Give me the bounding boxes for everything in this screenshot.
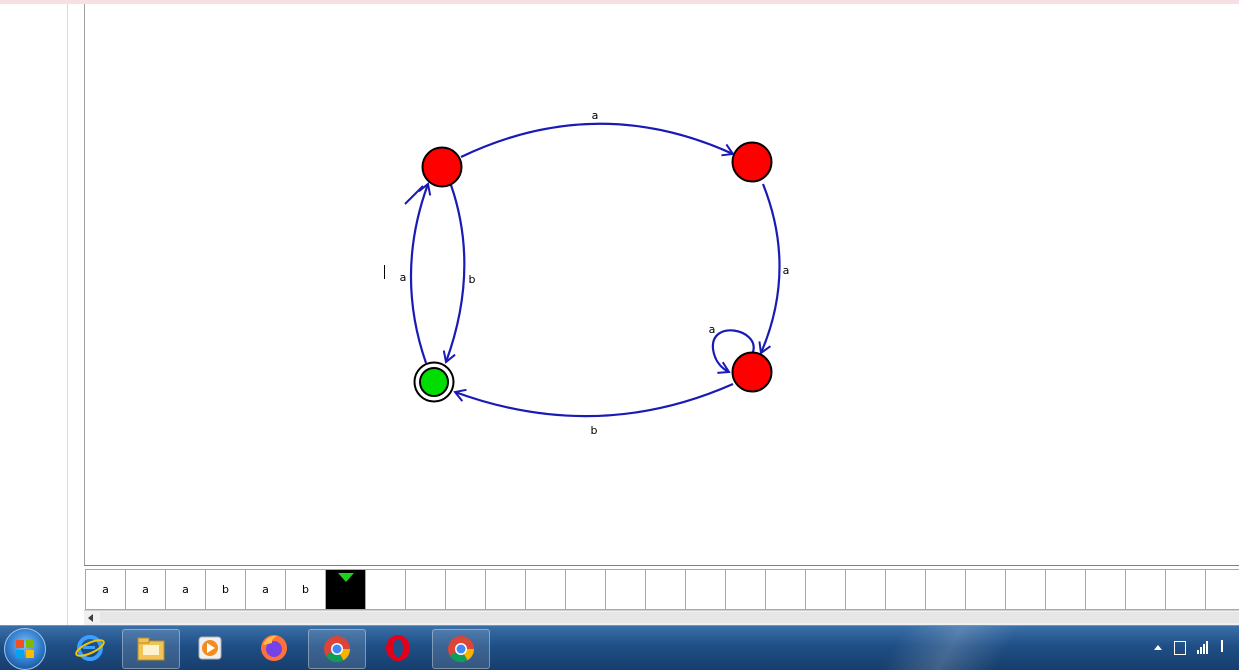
tape-cell[interactable] — [1125, 569, 1166, 610]
opera-icon[interactable] — [370, 629, 426, 667]
start-button[interactable] — [4, 628, 46, 670]
tape-cell[interactable] — [565, 569, 606, 610]
automaton-graph[interactable]: a a a b b a — [85, 4, 1239, 565]
tape-cell[interactable]: b — [205, 569, 246, 610]
tape-cell[interactable] — [725, 569, 766, 610]
state-q0[interactable] — [421, 146, 463, 188]
text-cursor — [384, 265, 385, 279]
label-q0-q1: a — [592, 109, 599, 122]
transition-q3-q0[interactable] — [409, 182, 432, 364]
media-player-icon[interactable] — [182, 629, 238, 667]
tape-cell[interactable] — [1085, 569, 1126, 610]
label-q1-q2: a — [783, 264, 790, 277]
tape-cell[interactable]: a — [125, 569, 166, 610]
label-q0-q3: b — [469, 273, 476, 286]
tape-cell[interactable] — [445, 569, 486, 610]
input-tape-panel: aaabab — [84, 565, 1239, 611]
tape-cell[interactable]: a — [85, 569, 126, 610]
chrome-icon[interactable] — [308, 629, 366, 669]
show-hidden-icons-icon[interactable] — [1154, 645, 1162, 650]
panel-divider[interactable] — [68, 4, 85, 625]
label-q2-q3: b — [591, 424, 598, 437]
tape-cell[interactable] — [965, 569, 1006, 610]
tape-head-cell[interactable] — [325, 569, 366, 610]
tape-cell[interactable] — [805, 569, 846, 610]
tape-cell[interactable] — [365, 569, 406, 610]
tape-cell[interactable] — [1205, 569, 1239, 610]
tape-symbol: a — [182, 583, 189, 596]
network-icon[interactable] — [1174, 641, 1186, 655]
transition-q0-q1[interactable] — [460, 122, 735, 158]
firefox-icon[interactable] — [246, 629, 302, 667]
windows-logo-icon — [16, 640, 34, 658]
scroll-track[interactable] — [100, 612, 1239, 623]
tape-cell[interactable]: a — [245, 569, 286, 610]
tape-cell[interactable] — [605, 569, 646, 610]
tape-symbol: a — [142, 583, 149, 596]
tape-symbol: a — [262, 583, 269, 596]
state-q2[interactable] — [731, 351, 773, 393]
tape-cell[interactable] — [645, 569, 686, 610]
tape-cell[interactable]: a — [165, 569, 206, 610]
tape-symbol: a — [102, 583, 109, 596]
taskbar — [0, 625, 1239, 670]
internet-explorer-icon[interactable] — [62, 629, 118, 667]
chrome-icon[interactable] — [432, 629, 490, 669]
state-q1[interactable] — [731, 141, 773, 183]
action-center-flag-icon[interactable] — [1221, 640, 1233, 652]
tape-cell[interactable] — [765, 569, 806, 610]
tape-cell[interactable] — [925, 569, 966, 610]
tape-cell[interactable] — [885, 569, 926, 610]
horizontal-scrollbar[interactable] — [84, 610, 1239, 625]
tape-cell[interactable] — [685, 569, 726, 610]
tape-symbol: b — [302, 583, 309, 596]
tape-cell[interactable]: b — [285, 569, 326, 610]
tape-cell[interactable] — [405, 569, 446, 610]
file-explorer-icon[interactable] — [122, 629, 180, 669]
tape-cell[interactable] — [1165, 569, 1206, 610]
tape-cell[interactable] — [1045, 569, 1086, 610]
start-arrow — [404, 185, 424, 205]
tape-head-marker-icon — [337, 573, 354, 582]
left-panel — [0, 4, 68, 625]
tape-cell[interactable] — [1005, 569, 1046, 610]
transition-q1-q2[interactable] — [758, 183, 781, 355]
input-tape[interactable]: aaabab — [85, 569, 1239, 610]
tape-cell[interactable] — [845, 569, 886, 610]
tape-symbol: b — [222, 583, 229, 596]
automaton-canvas[interactable]: a a a b b a — [85, 4, 1239, 565]
tape-cell[interactable] — [525, 569, 566, 610]
tape-cell[interactable] — [485, 569, 526, 610]
state-q3[interactable] — [419, 367, 449, 397]
signal-strength-icon[interactable] — [1197, 640, 1211, 654]
scroll-left-arrow-icon[interactable] — [88, 614, 93, 622]
transition-q0-q3[interactable] — [442, 184, 466, 364]
transition-q2-q3[interactable] — [453, 382, 734, 418]
system-tray — [1149, 626, 1239, 670]
label-q2-loop: a — [709, 323, 716, 336]
label-q3-q0: a — [400, 271, 407, 284]
